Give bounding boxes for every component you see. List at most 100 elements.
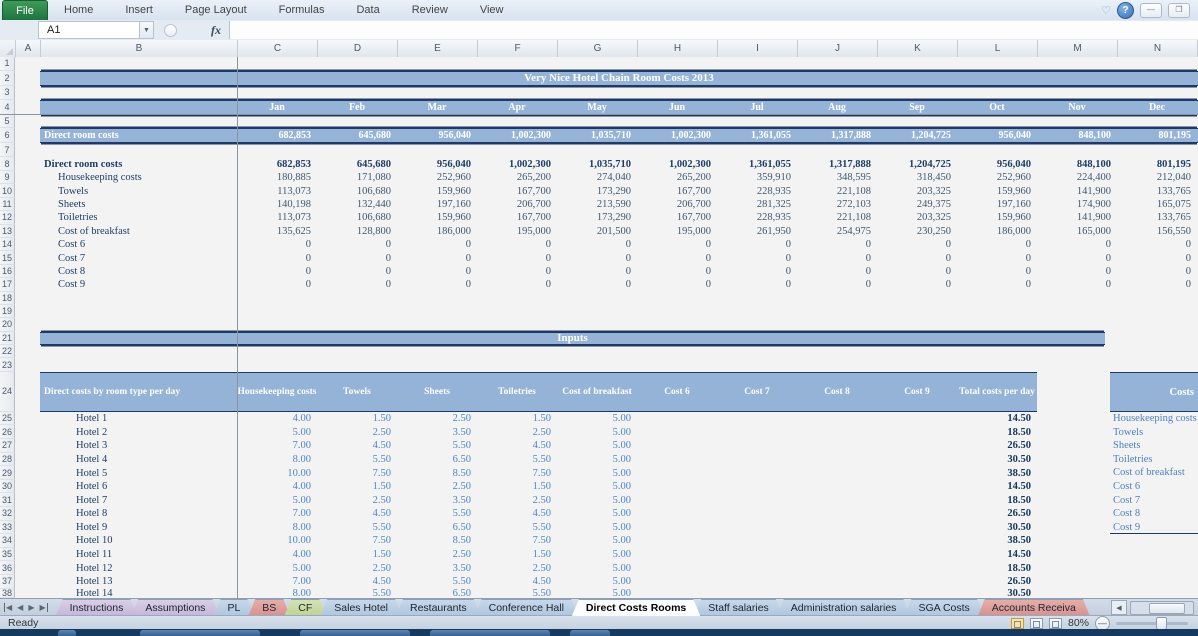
- page-break-view-icon[interactable]: [1049, 618, 1062, 629]
- ribbon-tab-insert[interactable]: Insert: [109, 0, 169, 20]
- cell[interactable]: [637, 412, 717, 426]
- cell[interactable]: 5.50: [477, 521, 557, 535]
- row-header-23[interactable]: 23: [0, 358, 15, 371]
- cell[interactable]: [637, 548, 717, 562]
- month-header-mar[interactable]: Mar: [397, 101, 477, 114]
- column-header-k[interactable]: K: [878, 40, 958, 57]
- cell[interactable]: 4.50: [317, 575, 397, 589]
- cell[interactable]: Hotel 14: [40, 589, 237, 598]
- ribbon-tab-review[interactable]: Review: [396, 0, 464, 20]
- cell[interactable]: 348,595: [797, 171, 877, 184]
- cell[interactable]: 6.50: [397, 453, 477, 467]
- cell[interactable]: 5.50: [397, 507, 477, 521]
- month-header-dec[interactable]: Dec: [1117, 101, 1197, 114]
- row-header-13[interactable]: 13: [0, 225, 15, 238]
- cell[interactable]: Hotel 10: [40, 534, 237, 548]
- cell[interactable]: 0: [797, 251, 877, 264]
- cell[interactable]: 1.50: [317, 412, 397, 426]
- row-header-1[interactable]: 1: [0, 57, 15, 71]
- column-header-m[interactable]: M: [1038, 40, 1118, 57]
- cell[interactable]: 159,960: [957, 211, 1037, 224]
- file-tab[interactable]: File: [2, 0, 48, 20]
- cell[interactable]: 0: [637, 278, 717, 291]
- inputs-band-cell[interactable]: Inputs: [40, 332, 1105, 345]
- cell[interactable]: [877, 493, 957, 507]
- cell[interactable]: [717, 412, 797, 426]
- cell[interactable]: 0: [317, 238, 397, 251]
- cell[interactable]: 135,625: [237, 225, 317, 238]
- cell[interactable]: 682,853: [237, 129, 317, 142]
- cell[interactable]: 801,195: [1117, 129, 1197, 142]
- cell[interactable]: [797, 548, 877, 562]
- cell[interactable]: 2.50: [397, 412, 477, 426]
- cell[interactable]: 5.00: [557, 425, 637, 439]
- cell[interactable]: 2.50: [317, 561, 397, 575]
- cell[interactable]: 8.50: [397, 466, 477, 480]
- cell[interactable]: 281,325: [717, 198, 797, 211]
- month-header-sep[interactable]: Sep: [877, 101, 957, 114]
- cell[interactable]: 206,700: [637, 198, 717, 211]
- cell[interactable]: 167,700: [477, 211, 557, 224]
- sheet-tab-conference-hall[interactable]: Conference Hall: [475, 599, 578, 616]
- cell[interactable]: Hotel 6: [40, 480, 237, 494]
- cell[interactable]: 221,108: [797, 184, 877, 197]
- inputs-header-cost-7[interactable]: Cost 7: [717, 373, 797, 411]
- column-header-g[interactable]: G: [558, 40, 638, 57]
- cell[interactable]: [717, 507, 797, 521]
- cell[interactable]: 14.50: [957, 548, 1037, 562]
- column-header-l[interactable]: L: [958, 40, 1038, 57]
- cell[interactable]: 261,950: [717, 225, 797, 238]
- cell[interactable]: 7.50: [317, 466, 397, 480]
- column-header-a[interactable]: A: [16, 40, 41, 57]
- cell[interactable]: 5.00: [557, 507, 637, 521]
- cell[interactable]: 7.50: [477, 534, 557, 548]
- cell[interactable]: 0: [397, 278, 477, 291]
- cell[interactable]: [877, 575, 957, 589]
- cell[interactable]: 5.00: [237, 425, 317, 439]
- help-icon[interactable]: ?: [1117, 2, 1134, 19]
- cell[interactable]: 1.50: [477, 548, 557, 562]
- costs-side-table-header[interactable]: Costs: [1110, 372, 1198, 412]
- costs-side-item-toiletries[interactable]: Toiletries: [1110, 453, 1198, 467]
- cell[interactable]: [797, 534, 877, 548]
- costs-side-item-cost-6[interactable]: Cost 6: [1110, 480, 1198, 494]
- row-header-9[interactable]: 9: [0, 171, 15, 184]
- cell[interactable]: 0: [477, 238, 557, 251]
- ribbon-tab-view[interactable]: View: [464, 0, 520, 20]
- cell[interactable]: 0: [237, 265, 317, 278]
- cell[interactable]: 5.00: [557, 493, 637, 507]
- cell[interactable]: [797, 493, 877, 507]
- tab-scroll-left-icon[interactable]: ◀: [1111, 600, 1127, 615]
- cell[interactable]: 26.50: [957, 575, 1037, 589]
- cell[interactable]: 848,100: [1037, 157, 1117, 171]
- cell[interactable]: 0: [717, 265, 797, 278]
- row-header-16[interactable]: 16: [0, 265, 15, 278]
- cell[interactable]: Direct room costs: [40, 157, 237, 171]
- cell[interactable]: 0: [717, 238, 797, 251]
- page-layout-view-icon[interactable]: [1030, 618, 1043, 629]
- cell[interactable]: 5.00: [557, 480, 637, 494]
- cell[interactable]: 18.50: [957, 425, 1037, 439]
- inputs-header-housekeeping-costs[interactable]: Housekeeping costs: [237, 373, 317, 411]
- cell[interactable]: 4.50: [317, 507, 397, 521]
- cell[interactable]: 203,325: [877, 211, 957, 224]
- cell[interactable]: 2.50: [477, 493, 557, 507]
- costs-side-item-cost-9[interactable]: Cost 9: [1110, 521, 1198, 535]
- cell[interactable]: 254,975: [797, 225, 877, 238]
- cell[interactable]: 0: [877, 251, 957, 264]
- cell[interactable]: Sheets: [40, 198, 237, 211]
- cell[interactable]: [637, 480, 717, 494]
- costs-side-item-sheets[interactable]: Sheets: [1110, 439, 1198, 453]
- cell[interactable]: 0: [637, 251, 717, 264]
- cell[interactable]: 4.50: [477, 507, 557, 521]
- cell[interactable]: 5.50: [317, 589, 397, 598]
- cell[interactable]: 801,195: [1117, 157, 1197, 171]
- cell[interactable]: [40, 101, 237, 114]
- column-header-b[interactable]: B: [41, 40, 238, 57]
- sheet-tab-instructions[interactable]: Instructions: [56, 599, 138, 616]
- inputs-header-cost-8[interactable]: Cost 8: [797, 373, 877, 411]
- cell[interactable]: 133,765: [1117, 211, 1197, 224]
- cell[interactable]: 0: [877, 238, 957, 251]
- cell[interactable]: 230,250: [877, 225, 957, 238]
- cell[interactable]: 5.00: [557, 453, 637, 467]
